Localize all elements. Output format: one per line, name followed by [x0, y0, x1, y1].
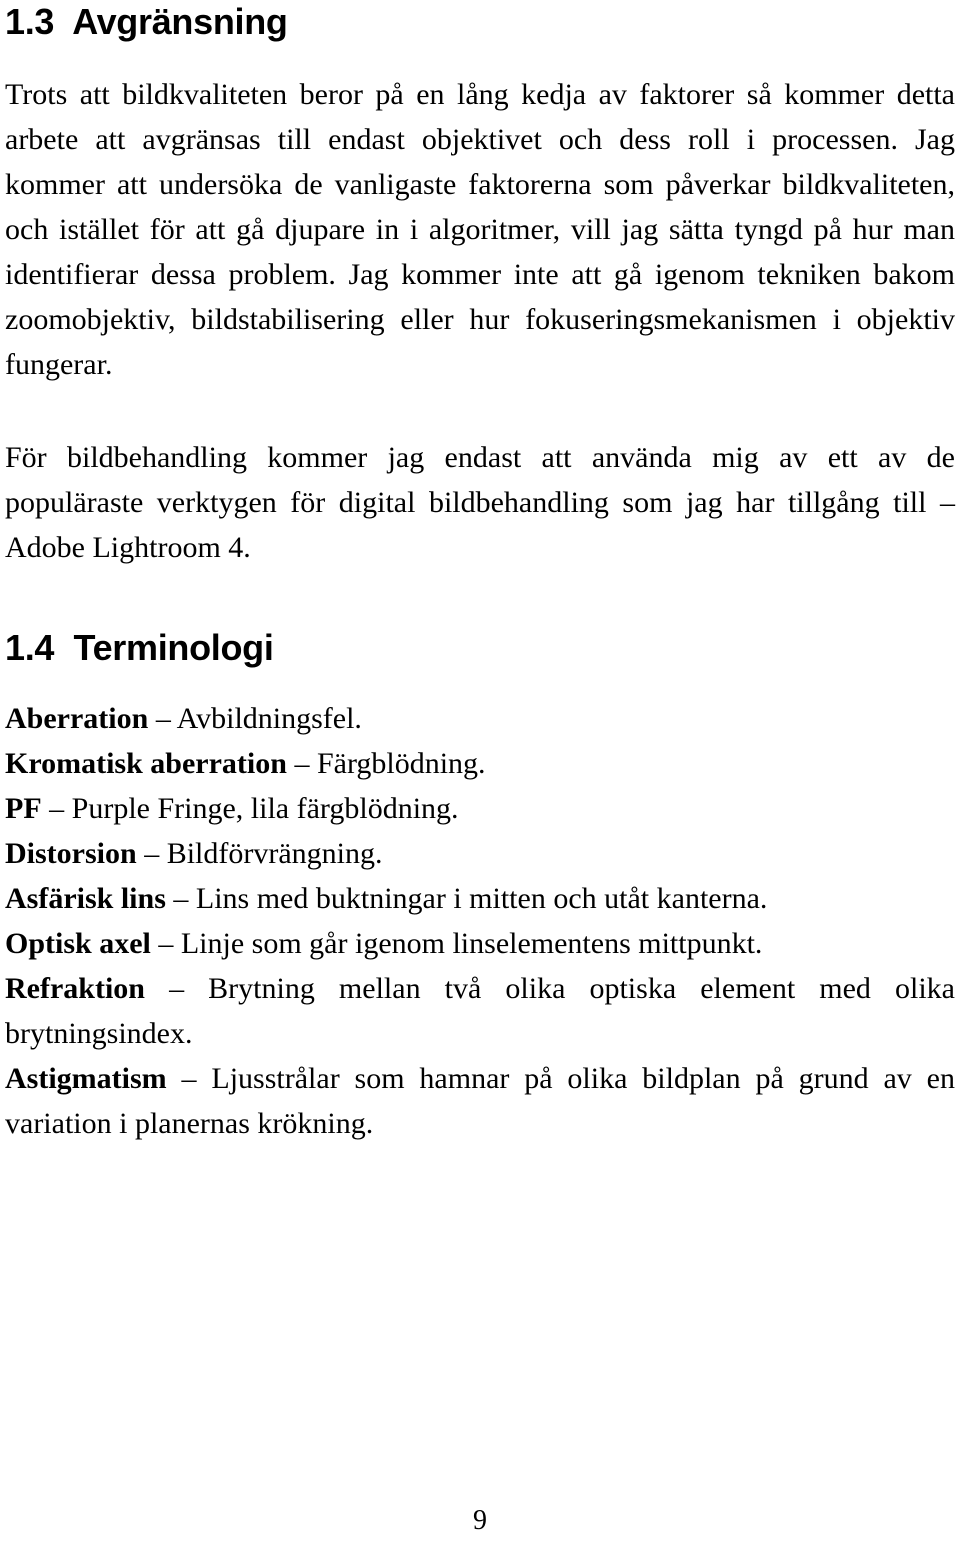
term-label: PF: [5, 792, 42, 825]
term-definition: Purple Fringe, lila färgblödning.: [71, 792, 459, 825]
paragraph-avgransning-1: Trots att bildkvaliteten beror på en lån…: [5, 78, 955, 381]
list-item: Distorsion – Bildförvrängning.: [5, 831, 955, 876]
term-label: Aberration: [5, 702, 149, 735]
term-definition: Lins med buktningar i mitten och utåt ka…: [195, 882, 768, 915]
list-item: Asfärisk lins – Lins med buktningar i mi…: [5, 876, 955, 921]
term-dash: –: [150, 927, 181, 960]
term-dash: –: [41, 792, 72, 825]
term-definition: Avbildningsfel.: [176, 702, 362, 735]
term-definition: Färgblödning.: [316, 747, 486, 780]
term-dash: –: [286, 747, 317, 780]
term-dash: –: [144, 972, 209, 1005]
term-label: Optisk axel: [5, 927, 151, 960]
term-label: Asfärisk lins: [5, 882, 166, 915]
section-heading-1-3: 1.3 Avgränsning: [5, 1, 288, 42]
term-definition: Linje som går igenom linselementens mitt…: [180, 927, 763, 960]
paragraph-avgransning-2: För bildbehandling kommer jag endast att…: [5, 441, 955, 564]
list-item: Astigmatism – Ljusstrålar som hamnar på …: [5, 1056, 955, 1146]
term-dash: –: [165, 882, 196, 915]
term-definition: Bildförvrängning.: [166, 837, 383, 870]
term-dash: –: [136, 837, 167, 870]
term-dash: –: [148, 702, 177, 735]
list-item: Optisk axel – Linje som går igenom linse…: [5, 921, 955, 966]
term-label: Astigmatism: [5, 1062, 167, 1095]
terminology-list: Aberration – Avbildningsfel. Kromatisk a…: [5, 696, 955, 1146]
term-dash: –: [166, 1062, 212, 1095]
section-heading-1-4: 1.4 Terminologi: [5, 627, 274, 668]
page-number: 9: [473, 1505, 487, 1536]
document-page: 1.3 Avgränsning Trots att bildkvaliteten…: [0, 0, 960, 1561]
list-item: PF – Purple Fringe, lila färgblödning.: [5, 786, 955, 831]
term-label: Kromatisk aberration: [5, 747, 287, 780]
term-label: Distorsion: [5, 837, 137, 870]
list-item: Aberration – Avbildningsfel.: [5, 696, 955, 741]
term-label: Refraktion: [5, 972, 145, 1005]
list-item: Kromatisk aberration – Färgblödning.: [5, 741, 955, 786]
list-item: Refraktion – Brytning mellan två olika o…: [5, 966, 955, 1056]
page-content: 1.3 Avgränsning Trots att bildkvaliteten…: [5, 0, 955, 1146]
